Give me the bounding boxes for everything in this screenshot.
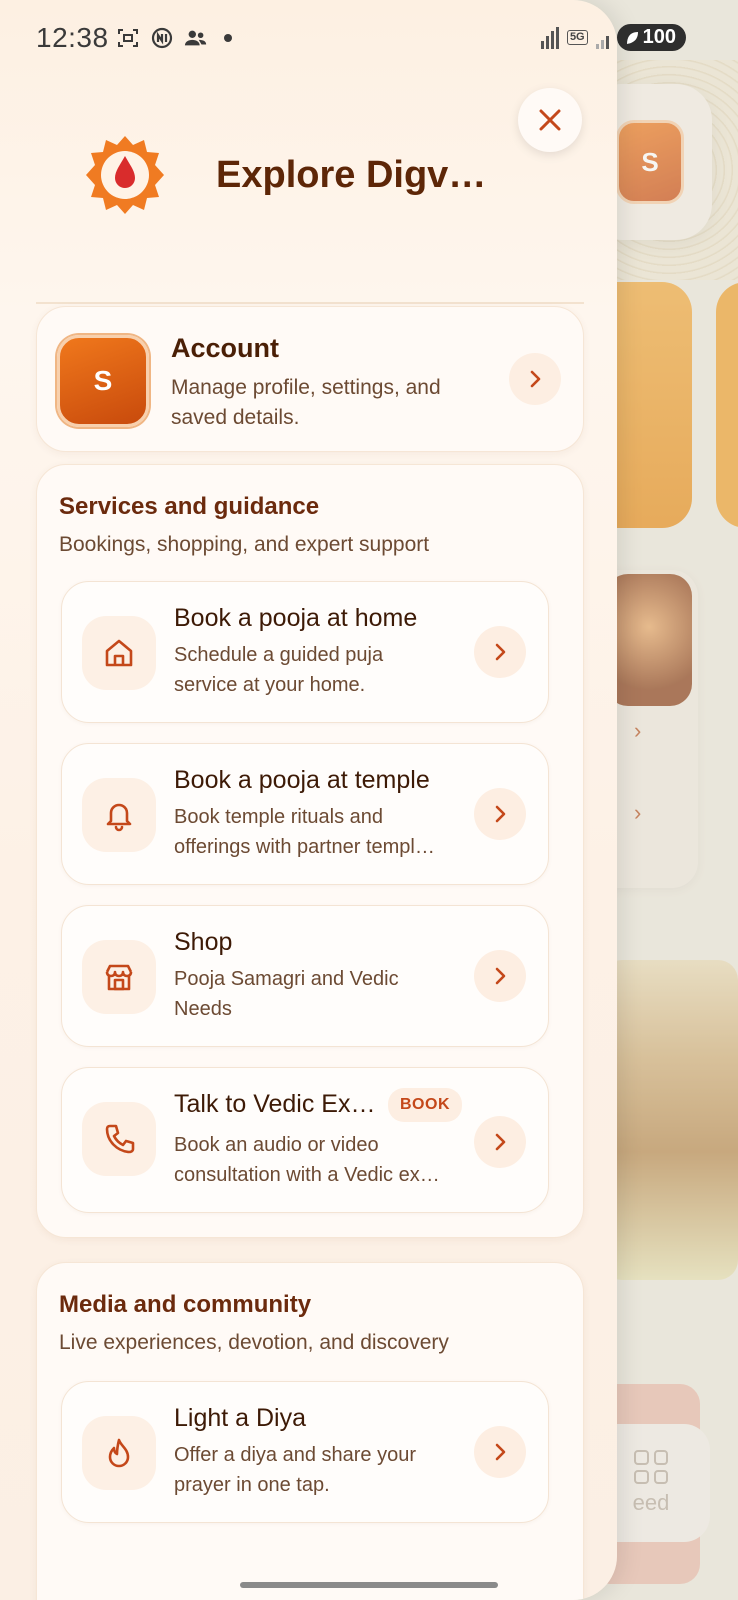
- menu-item-book-pooja-temple[interactable]: Book a pooja at temple Book temple ritua…: [61, 743, 549, 885]
- menu-item-description: Pooja Samagri and Vedic Needs: [174, 968, 399, 1020]
- shop-icon: [82, 940, 156, 1014]
- signal-icon: [540, 26, 559, 49]
- chevron-right-icon: [495, 1443, 506, 1461]
- app-notification-icon: [150, 26, 174, 50]
- people-icon: [184, 26, 208, 50]
- menu-item-light-a-diya[interactable]: Light a Diya Offer a diya and share your…: [61, 1381, 549, 1523]
- flame-icon: [82, 1416, 156, 1490]
- chevron-right-icon: [495, 967, 506, 985]
- section-title: Services and guidance: [59, 493, 320, 520]
- section-title: Media and community: [59, 1291, 312, 1318]
- account-card[interactable]: S Account Manage profile, settings, and …: [36, 306, 584, 452]
- phone-icon: [82, 1102, 156, 1176]
- leaf-icon: [626, 31, 638, 44]
- menu-item-description: Book temple rituals and offerings with p…: [174, 806, 435, 858]
- chevron-right-icon: [495, 1133, 506, 1151]
- menu-item-title: Book a pooja at temple: [174, 766, 430, 794]
- chevron-right-icon: [495, 805, 506, 823]
- chevron-button[interactable]: [474, 788, 526, 840]
- signal-icon-2: [595, 27, 609, 49]
- avatar: S: [57, 335, 149, 427]
- menu-item-book-pooja-home[interactable]: Book a pooja at home Schedule a guided p…: [61, 581, 549, 723]
- section-subtitle: Live experiences, devotion, and discover…: [59, 1331, 449, 1354]
- book-badge: BOOK: [388, 1088, 462, 1122]
- menu-item-shop[interactable]: Shop Pooja Samagri and Vedic Needs: [61, 905, 549, 1047]
- menu-item-description: Book an audio or video consultation with…: [174, 1134, 440, 1186]
- app-logo-icon: [86, 136, 164, 214]
- close-button[interactable]: [518, 88, 582, 152]
- bell-icon: [82, 778, 156, 852]
- services-section: Services and guidance Bookings, shopping…: [36, 464, 584, 1238]
- navigation-drawer: Explore Digve… S Account Manage profile,…: [0, 0, 617, 1600]
- header-divider: [36, 302, 584, 304]
- menu-item-title: Book a pooja at home: [174, 604, 418, 632]
- status-time: 12:38: [36, 22, 109, 53]
- section-subtitle: Bookings, shopping, and expert support: [59, 533, 430, 556]
- chevron-right-icon: [495, 643, 506, 661]
- network-type: 5G: [566, 30, 588, 45]
- battery-indicator: 100: [616, 24, 686, 51]
- home-indicator[interactable]: [240, 1582, 498, 1588]
- close-icon: [539, 109, 561, 131]
- menu-item-description: Offer a diya and share your prayer in on…: [174, 1444, 416, 1496]
- menu-item-title: Shop: [174, 928, 233, 956]
- menu-item-talk-to-vedic-expert[interactable]: Talk to Vedic Ex… BOOK Book an audio or …: [61, 1067, 549, 1213]
- account-title: Account: [171, 333, 279, 363]
- status-bar: 12:38 5G 100: [0, 0, 738, 80]
- account-description: Manage profile, settings, and saved deta…: [171, 376, 441, 429]
- status-system-icons: 5G 100: [540, 24, 686, 51]
- status-notification-icons: [116, 26, 232, 50]
- battery-level: 100: [642, 26, 676, 48]
- menu-item-title: Talk to Vedic Ex…: [174, 1090, 376, 1118]
- more-notifications-dot: [224, 34, 232, 42]
- drawer-title: Explore Digve…: [216, 154, 496, 196]
- screenshot-icon: [116, 26, 140, 50]
- menu-item-description: Schedule a guided puja service at your h…: [174, 644, 384, 696]
- chevron-right-icon: [530, 370, 541, 388]
- home-icon: [82, 616, 156, 690]
- chevron-button[interactable]: [474, 1426, 526, 1478]
- chevron-button[interactable]: [474, 950, 526, 1002]
- media-section: Media and community Live experiences, de…: [36, 1262, 584, 1600]
- account-chevron-button[interactable]: [509, 353, 561, 405]
- chevron-button[interactable]: [474, 1116, 526, 1168]
- chevron-button[interactable]: [474, 626, 526, 678]
- menu-item-title: Light a Diya: [174, 1404, 307, 1432]
